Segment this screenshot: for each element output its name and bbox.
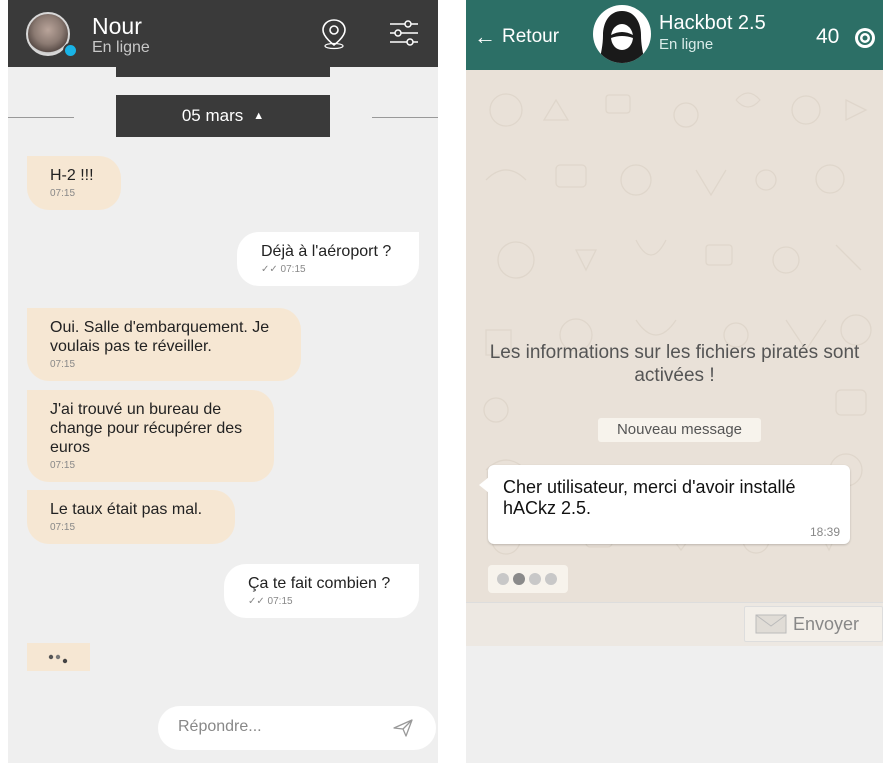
typing-indicator xyxy=(488,565,568,593)
message-bubble-incoming[interactable]: Cher utilisateur, merci d'avoir installé… xyxy=(479,465,850,544)
message-bubble-outgoing[interactable]: Déjà à l'aéroport ? ✓✓ 07:15 xyxy=(237,232,419,286)
reply-input[interactable]: Répondre... xyxy=(158,706,436,750)
message-bubble-incoming[interactable]: H-2 !!! 07:15 xyxy=(27,156,121,210)
double-check-icon: ✓✓ xyxy=(248,596,265,607)
message-time: 07:15 xyxy=(50,359,76,370)
chat-panel-nour: Nour En ligne 05 mars ▲ H-2 !!! 07:15 Dé… xyxy=(8,0,438,763)
date-separator[interactable]: 05 mars ▲ xyxy=(116,95,330,137)
typing-dot xyxy=(497,573,509,585)
message-bubble-incoming[interactable]: Oui. Salle d'embarquement. Je voulais pa… xyxy=(27,308,301,381)
date-divider-line xyxy=(372,117,438,118)
message-time: 07:15 xyxy=(50,460,76,471)
message-bubble-incoming[interactable]: J'ai trouvé un bureau de change pour réc… xyxy=(27,390,274,482)
send-label: Envoyer xyxy=(793,614,860,634)
message-text: Le taux était pas mal. xyxy=(50,501,203,518)
contact-name: Nour xyxy=(92,13,142,39)
typing-dot xyxy=(545,573,557,585)
message-time: 07:15 xyxy=(267,596,293,607)
message-text: Ça te fait combien ? xyxy=(248,575,391,592)
hacker-hood-icon xyxy=(599,11,645,63)
filter-settings-icon[interactable] xyxy=(386,15,422,51)
message-time: 07:15 xyxy=(50,522,76,533)
online-status-dot xyxy=(63,43,78,58)
message-bubble-incoming[interactable]: Le taux était pas mal. 07:15 xyxy=(27,490,235,544)
typing-dot xyxy=(513,573,525,585)
send-button[interactable]: Envoyer xyxy=(744,606,883,642)
new-message-notice: Nouveau message xyxy=(598,418,761,442)
keyboard-area xyxy=(466,646,883,763)
location-pin-icon[interactable] xyxy=(316,15,352,51)
bubble-tail xyxy=(479,477,489,493)
message-time: 07:15 xyxy=(50,188,76,199)
message-text: Oui. Salle d'embarquement. Je voulais pa… xyxy=(50,319,270,355)
typing-dot xyxy=(529,573,541,585)
back-button[interactable]: ← Retour xyxy=(474,24,559,50)
arrow-left-icon: ← xyxy=(474,24,496,49)
message-time: 07:15 xyxy=(280,264,306,275)
bot-status: En ligne xyxy=(659,36,714,53)
send-paper-plane-icon[interactable] xyxy=(392,718,414,738)
info-text: Les informations sur les fichiers piraté… xyxy=(489,342,860,386)
message-time: 18:39 xyxy=(809,525,840,539)
chat-header: Nour En ligne xyxy=(8,0,438,67)
bot-avatar[interactable] xyxy=(593,5,651,63)
coin-count: 40 xyxy=(816,25,840,48)
coin-icon[interactable] xyxy=(855,28,875,48)
date-divider-line xyxy=(8,117,74,118)
back-label: Retour xyxy=(502,26,560,47)
message-text: Déjà à l'aéroport ? xyxy=(261,243,392,260)
chat-header: ← Retour Hackbot 2.5 En ligne 40 xyxy=(466,0,883,70)
date-label: 05 mars xyxy=(181,106,244,125)
bot-name: Hackbot 2.5 xyxy=(659,12,766,34)
message-text: H-2 !!! xyxy=(50,167,94,184)
message-text: Cher utilisateur, merci d'avoir installé… xyxy=(503,477,796,518)
reply-placeholder: Répondre... xyxy=(178,718,262,735)
contact-status: En ligne xyxy=(92,39,150,56)
typing-indicator xyxy=(27,643,90,671)
typing-dots-icon xyxy=(48,654,68,664)
envelope-icon xyxy=(755,614,787,634)
double-check-icon: ✓✓ xyxy=(261,264,278,275)
chat-panel-hackbot: ← Retour Hackbot 2.5 En ligne 40 Les inf… xyxy=(466,0,883,763)
message-bubble-outgoing[interactable]: Ça te fait combien ? ✓✓ 07:15 xyxy=(224,564,419,618)
message-text: J'ai trouvé un bureau de change pour réc… xyxy=(50,401,243,456)
header-tab-strip xyxy=(116,67,330,77)
caret-up-icon: ▲ xyxy=(253,110,265,122)
